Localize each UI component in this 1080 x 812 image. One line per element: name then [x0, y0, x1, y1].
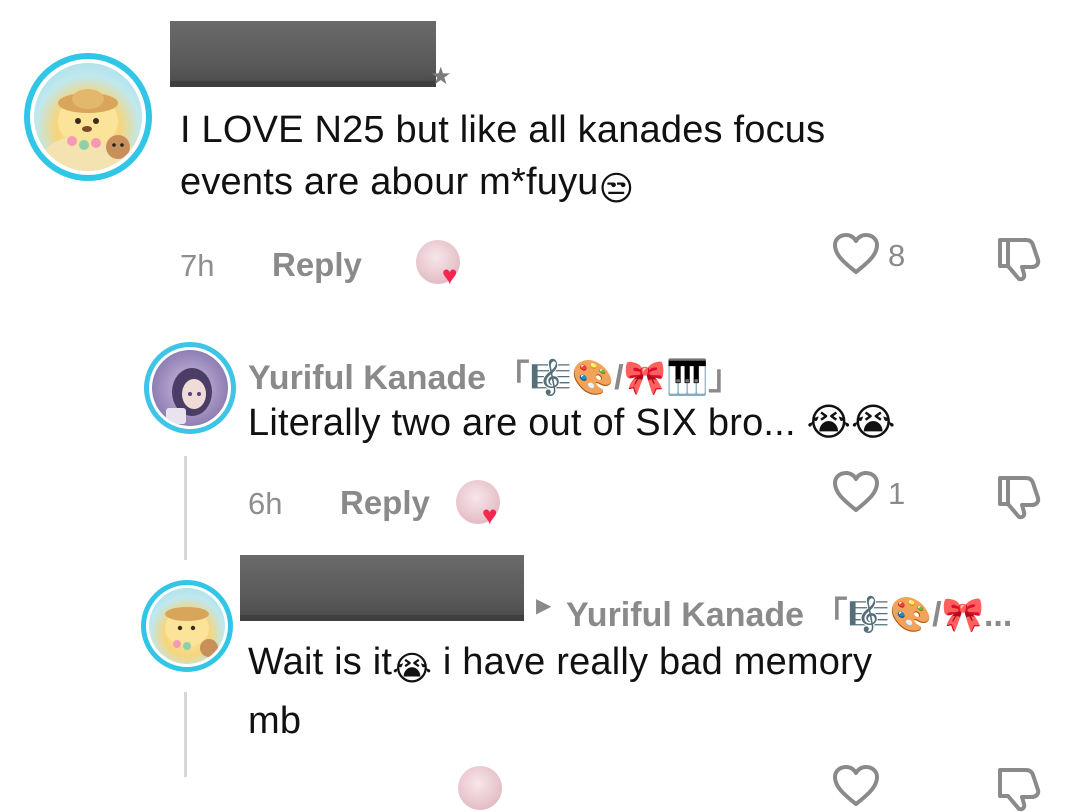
creator-liked-heart-icon: ♥ — [482, 500, 498, 530]
reply-to-username[interactable]: Yuriful Kanade 「🎼🎨/🎀... — [566, 587, 1012, 636]
avatar[interactable] — [24, 53, 152, 181]
comment-time: 6h — [248, 486, 283, 521]
dislike-button[interactable] — [992, 234, 1046, 284]
creator-liked-badge: ♥ — [416, 240, 472, 290]
anime-character-avatar-image — [166, 368, 212, 424]
thread-line — [184, 456, 187, 560]
pompompurin-avatar-image — [44, 89, 136, 171]
reply-button[interactable]: Reply — [340, 484, 430, 522]
thumb-down-icon — [998, 768, 1041, 812]
heart-outline-icon — [833, 765, 879, 806]
heart-outline-icon — [833, 233, 879, 274]
like-button[interactable]: 8 — [832, 232, 922, 280]
dislike-button[interactable] — [992, 472, 1046, 522]
like-count: 1 — [888, 476, 906, 511]
creator-liked-heart-icon: ♥ — [442, 260, 458, 290]
comment-text: I LOVE N25 but like all kanades focus ev… — [180, 104, 980, 215]
pompompurin-avatar-image — [165, 607, 218, 657]
username[interactable]: Yuriful Kanade 「🎼🎨/🎀🎹」 — [248, 350, 742, 399]
avatar[interactable] — [144, 342, 236, 434]
thread-line — [184, 692, 187, 777]
username-redacted[interactable] — [170, 21, 436, 87]
play-triangle-icon: ▶ — [536, 595, 552, 617]
avatar[interactable] — [141, 580, 233, 672]
comment-text: Literally two are out of SIX bro... 😭😭 — [248, 402, 896, 444]
comment-time: 7h — [180, 248, 215, 283]
unamused-emoji: 😒 — [598, 170, 635, 208]
username-redacted[interactable] — [240, 555, 524, 621]
star-icon: ★ — [430, 63, 452, 90]
crying-emoji: 😭 — [392, 650, 433, 688]
creator-avatar — [458, 766, 502, 810]
thumb-down-icon — [998, 238, 1041, 282]
thumb-down-icon — [998, 476, 1041, 520]
reply-button[interactable]: Reply — [272, 246, 362, 284]
like-count: 8 — [888, 238, 906, 273]
heart-outline-icon — [833, 471, 879, 512]
like-button[interactable]: 1 — [832, 470, 922, 518]
creator-liked-badge: ♥ — [456, 480, 512, 530]
comment-text: Wait is it😭 i have really bad memory mb — [248, 641, 873, 742]
